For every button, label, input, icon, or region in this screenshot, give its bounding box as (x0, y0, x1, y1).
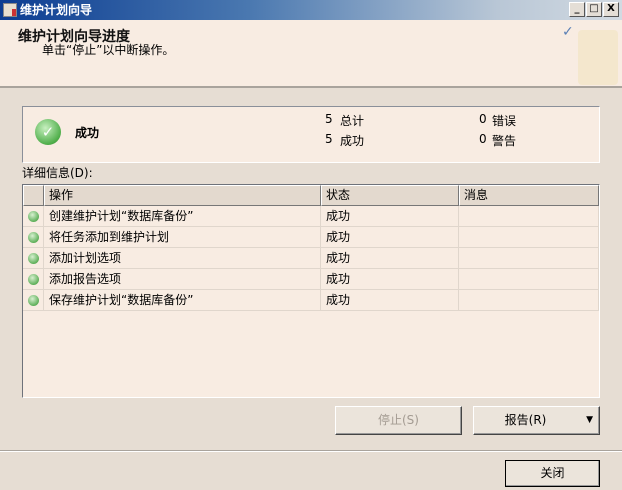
action-cell: 添加计划选项 (44, 248, 321, 268)
app-icon (3, 3, 17, 17)
message-cell (459, 269, 599, 289)
total-count: 5 (325, 112, 333, 126)
status-cell: 成功 (321, 290, 459, 310)
warning-count: 0 (479, 132, 487, 146)
table-row[interactable]: 保存维护计划“数据库备份” 成功 (23, 290, 599, 311)
action-cell: 添加报告选项 (44, 269, 321, 289)
status-cell: 成功 (321, 227, 459, 247)
error-label: 错误 (492, 114, 517, 128)
action-cell: 创建维护计划“数据库备份” (44, 206, 321, 226)
message-cell (459, 206, 599, 226)
minimize-button[interactable]: _ (569, 2, 585, 17)
success-icon (28, 211, 39, 222)
table-header: 操作 状态 消息 (23, 185, 599, 206)
close-button[interactable]: 关闭 (505, 460, 600, 487)
message-cell (459, 290, 599, 310)
wizard-graphic-icon (578, 30, 618, 85)
column-header-status[interactable]: 状态 (321, 185, 459, 206)
stop-button[interactable]: 停止(S) (335, 406, 462, 435)
success-icon (28, 295, 39, 306)
column-header-icon[interactable] (23, 185, 44, 206)
close-window-button[interactable]: X (603, 2, 619, 17)
row-icon-cell (23, 269, 44, 289)
success-icon (28, 253, 39, 264)
summary-status: 成功 (75, 126, 100, 140)
status-cell: 成功 (321, 206, 459, 226)
check-icon: ✓ (562, 24, 574, 40)
row-icon-cell (23, 248, 44, 268)
report-label: 报告(R) (504, 413, 547, 427)
report-button[interactable]: 报告(R) ▼ (473, 406, 600, 435)
status-cell: 成功 (321, 269, 459, 289)
success-count: 5 (325, 132, 333, 146)
warning-label: 警告 (492, 134, 517, 148)
details-label: 详细信息(D): (22, 166, 93, 180)
success-icon: ✓ (35, 119, 61, 145)
status-cell: 成功 (321, 248, 459, 268)
maximize-button[interactable]: □ (586, 2, 602, 17)
action-cell: 将任务添加到维护计划 (44, 227, 321, 247)
error-count: 0 (479, 112, 487, 126)
success-icon (28, 232, 39, 243)
title-bar: 维护计划向导 _ □ X (0, 0, 622, 20)
action-cell: 保存维护计划“数据库备份” (44, 290, 321, 310)
table-row[interactable]: 将任务添加到维护计划 成功 (23, 227, 599, 248)
message-cell (459, 248, 599, 268)
success-icon (28, 274, 39, 285)
column-header-action[interactable]: 操作 (44, 185, 321, 206)
row-icon-cell (23, 206, 44, 226)
success-label: 成功 (340, 134, 365, 148)
dropdown-arrow-icon[interactable]: ▼ (586, 407, 593, 434)
row-icon-cell (23, 227, 44, 247)
table-row[interactable]: 创建维护计划“数据库备份” 成功 (23, 206, 599, 227)
total-label: 总计 (340, 114, 365, 128)
details-table[interactable]: 操作 状态 消息 创建维护计划“数据库备份” 成功 将任务添加到维护计划 成功 … (22, 184, 600, 398)
summary-panel: ✓ 成功 5 总计 5 成功 0 错误 0 警告 (22, 106, 600, 163)
column-header-message[interactable]: 消息 (459, 185, 599, 206)
wizard-header: 维护计划向导进度 单击“停止”以中断操作。 ✓ (0, 20, 622, 88)
message-cell (459, 227, 599, 247)
window-title: 维护计划向导 (20, 3, 93, 17)
table-row[interactable]: 添加计划选项 成功 (23, 248, 599, 269)
page-subtitle: 单击“停止”以中断操作。 (42, 43, 175, 57)
row-icon-cell (23, 290, 44, 310)
divider (0, 450, 622, 452)
table-row[interactable]: 添加报告选项 成功 (23, 269, 599, 290)
